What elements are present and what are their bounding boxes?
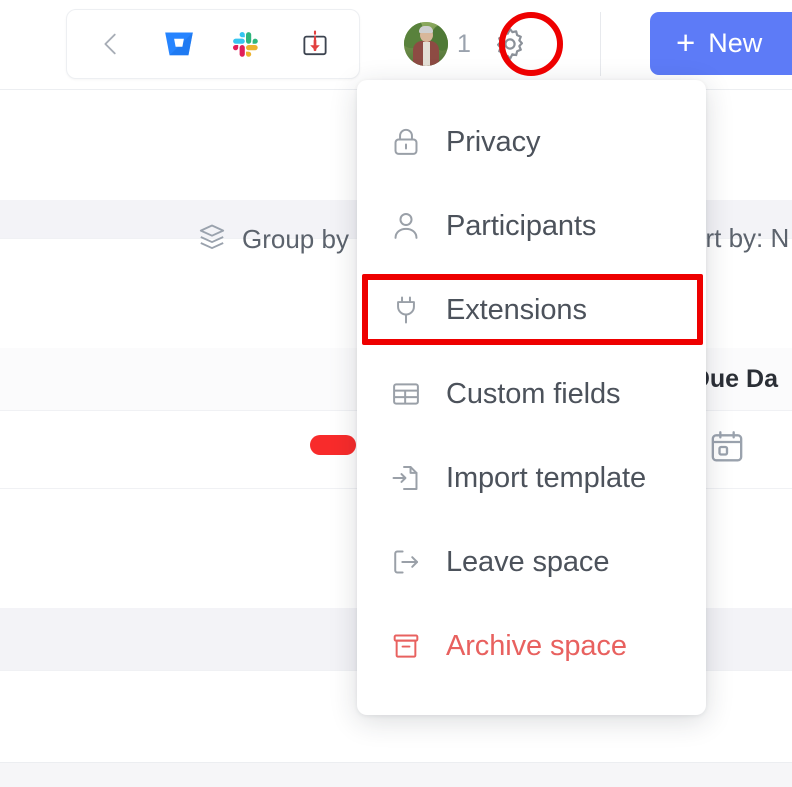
priority-tag[interactable]	[310, 435, 356, 455]
menu-item-label: Import template	[446, 461, 646, 494]
layers-stack-icon	[196, 221, 228, 258]
calendar-icon[interactable]	[707, 427, 747, 472]
plug-icon	[388, 292, 424, 328]
group-by-control[interactable]: Group by	[196, 221, 349, 258]
person-icon	[388, 208, 424, 244]
back-chevron-icon[interactable]	[91, 24, 131, 64]
menu-item-archive-space[interactable]: Archive space	[357, 604, 706, 688]
space-settings-menu: Privacy Participants Extensions Custom f…	[357, 80, 706, 715]
menu-item-label: Extensions	[446, 293, 587, 326]
exit-arrow-icon	[388, 544, 424, 580]
menu-item-extensions[interactable]: Extensions	[357, 268, 706, 352]
toolbar-divider	[600, 12, 601, 76]
member-cluster: 1	[404, 16, 533, 72]
menu-item-participants[interactable]: Participants	[357, 184, 706, 268]
menu-item-label: Leave space	[446, 545, 610, 578]
plus-icon: +	[676, 23, 696, 61]
avatar[interactable]	[404, 22, 448, 66]
top-toolbar: 1 + New	[0, 0, 792, 90]
gear-icon[interactable]	[487, 21, 533, 67]
group-by-label: Group by	[242, 224, 349, 254]
menu-item-leave-space[interactable]: Leave space	[357, 520, 706, 604]
file-import-icon	[388, 460, 424, 496]
menu-item-privacy[interactable]: Privacy	[357, 100, 706, 184]
menu-item-label: Privacy	[446, 125, 541, 158]
slack-icon[interactable]	[227, 24, 267, 64]
menu-item-label: Archive space	[446, 629, 627, 662]
menu-item-import-template[interactable]: Import template	[357, 436, 706, 520]
new-button[interactable]: + New	[650, 12, 792, 75]
member-count: 1	[457, 29, 472, 58]
menu-item-custom-fields[interactable]: Custom fields	[357, 352, 706, 436]
lock-icon	[388, 124, 424, 160]
table-grid-icon	[388, 376, 424, 412]
table-footer-band	[0, 762, 792, 787]
new-button-label: New	[708, 28, 763, 58]
bitbucket-icon[interactable]	[159, 24, 199, 64]
import-download-icon[interactable]	[295, 24, 335, 64]
menu-item-label: Participants	[446, 209, 597, 242]
archive-box-icon	[388, 628, 424, 664]
integration-toolbar	[66, 9, 360, 79]
menu-item-label: Custom fields	[446, 377, 621, 410]
